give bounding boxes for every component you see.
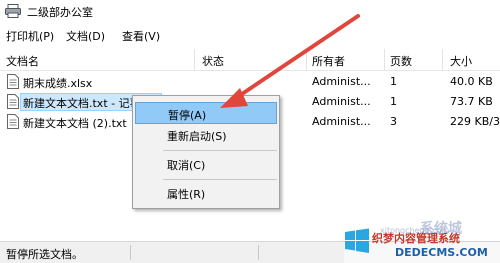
row-size: 40.0 KB [450, 75, 493, 88]
column-document-name[interactable]: 文档名 [6, 53, 39, 69]
menu-item-label: 取消(C) [167, 159, 206, 172]
column-pages[interactable]: 页数 [390, 53, 412, 69]
table-row[interactable]: 期末成绩.xlsx Administ... 1 40.0 KB [0, 72, 500, 92]
column-divider[interactable] [194, 49, 195, 70]
status-divider [258, 245, 259, 260]
menu-item-properties[interactable]: 属性(R) [135, 182, 277, 204]
menu-divider [163, 179, 277, 180]
row-pages: 3 [390, 115, 397, 128]
row-pages: 1 [390, 95, 397, 108]
menu-item-restart[interactable]: 重新启动(S) [135, 124, 277, 146]
watermark-english: DEDECMS.COM [395, 246, 488, 259]
document-icon [7, 94, 19, 109]
window-title: 二级部办公室 [27, 6, 93, 19]
menu-item-label: 重新启动(S) [167, 130, 227, 143]
menu-item-pause[interactable]: 暂停(A) [135, 102, 277, 124]
column-divider[interactable] [442, 49, 443, 70]
menu-item-label: 暂停(A) [168, 109, 207, 122]
menu-item-cancel[interactable]: 取消(C) [135, 153, 277, 175]
row-owner: Administ... [312, 75, 371, 88]
status-text: 暂停所选文档。 [6, 248, 83, 261]
row-size: 229 KB/3 [450, 115, 500, 128]
column-divider[interactable] [384, 49, 385, 70]
windows-logo-icon [345, 228, 369, 253]
row-size: 73.7 KB [450, 95, 493, 108]
document-icon [7, 114, 19, 129]
row-owner: Administ... [312, 115, 371, 128]
menu-document[interactable]: 文档(D) [66, 28, 105, 44]
row-document-name: 新建文本文档 (2).txt [23, 117, 127, 130]
document-icon [7, 74, 19, 89]
menu-view[interactable]: 查看(V) [122, 28, 160, 44]
row-pages: 1 [390, 75, 397, 88]
watermark-faint: xitongcheng.com [380, 226, 450, 235]
menu-printer[interactable]: 打印机(P) [6, 28, 54, 44]
row-owner: Administ... [312, 95, 371, 108]
column-divider[interactable] [306, 49, 307, 70]
column-owner[interactable]: 所有者 [312, 53, 345, 69]
menu-bar: 打印机(P) 文档(D) 查看(V) [0, 25, 500, 47]
menu-item-label: 属性(R) [167, 188, 206, 201]
printer-icon [5, 4, 21, 18]
column-size[interactable]: 大小 [450, 53, 472, 69]
menu-divider [163, 150, 277, 151]
status-divider [130, 245, 131, 260]
title-bar: 二级部办公室 [0, 0, 500, 22]
column-status[interactable]: 状态 [202, 53, 224, 69]
context-menu: 暂停(A) 重新启动(S) 取消(C) 属性(R) [132, 95, 280, 209]
column-header: 文档名 状态 所有者 页数 大小 [0, 49, 500, 71]
row-document-name: 期末成绩.xlsx [23, 77, 93, 90]
